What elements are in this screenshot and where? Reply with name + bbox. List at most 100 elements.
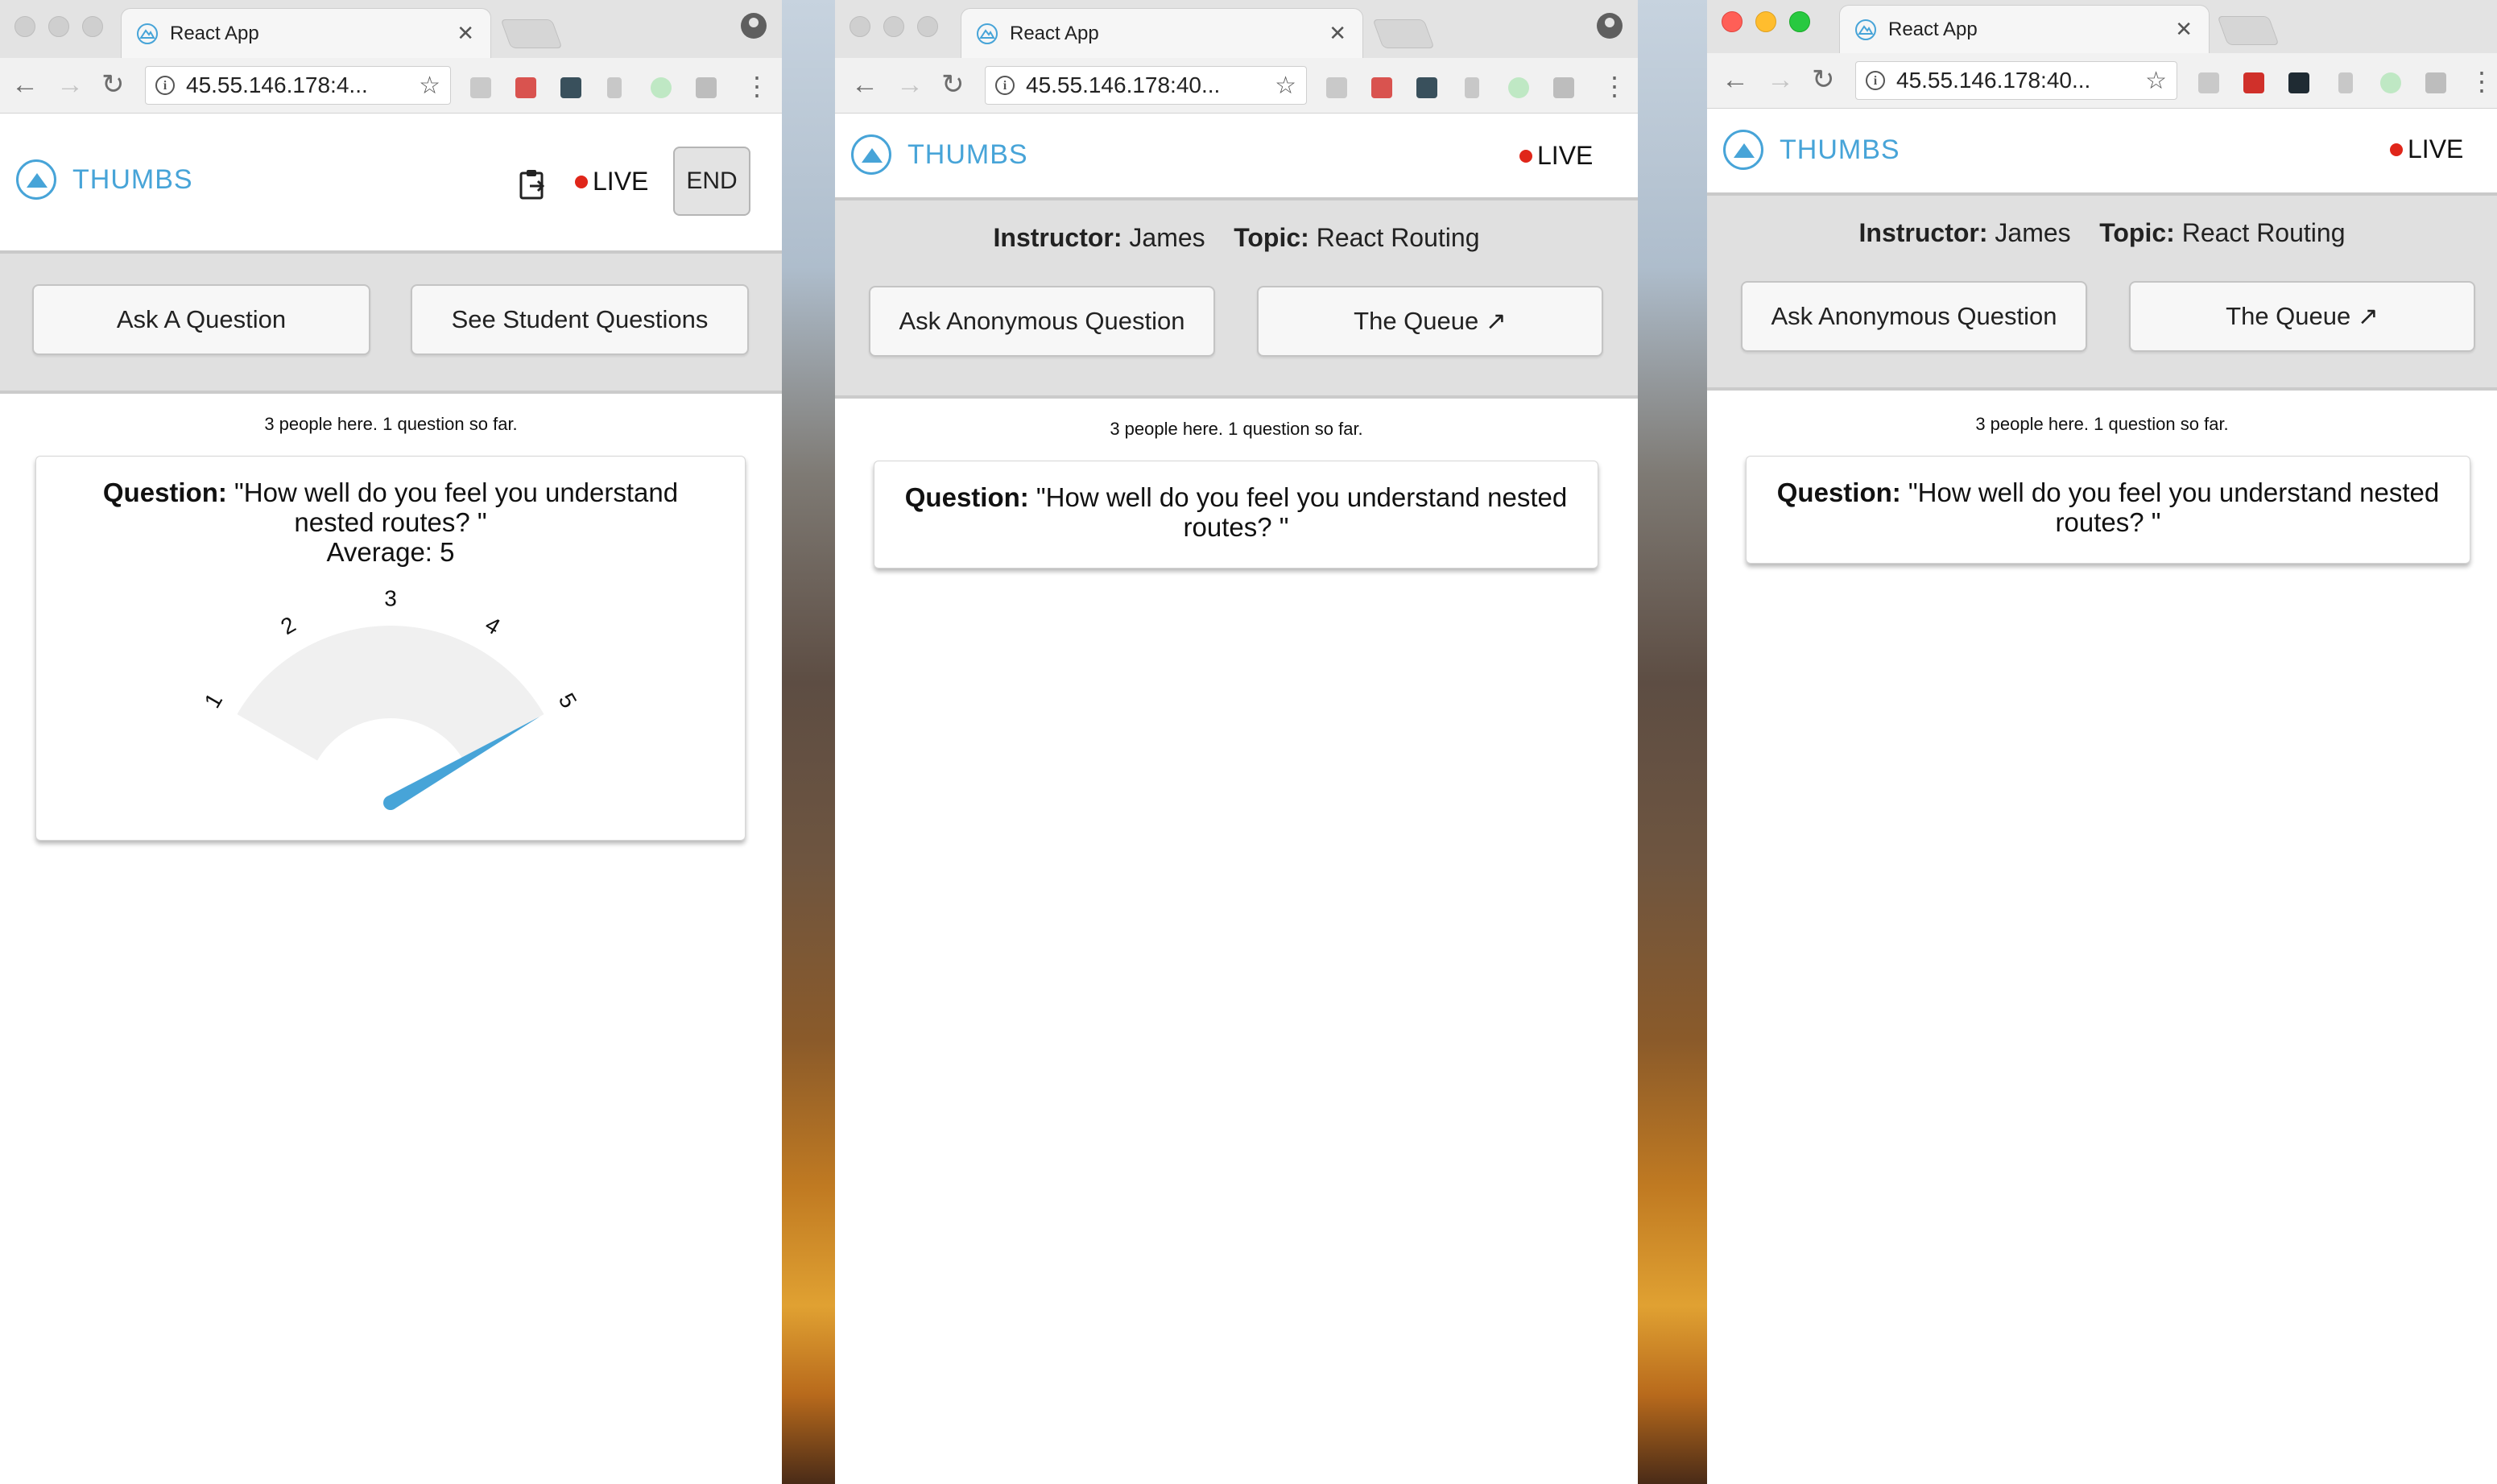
- browser-menu-icon[interactable]: ⋮: [1602, 71, 1627, 101]
- live-indicator: LIVE: [575, 167, 648, 196]
- extension-icon[interactable]: [607, 77, 622, 98]
- site-info-icon[interactable]: i: [1866, 71, 1885, 90]
- react-devtools-icon[interactable]: [560, 77, 581, 98]
- back-icon[interactable]: ←: [851, 71, 878, 98]
- close-tab-icon[interactable]: ✕: [2175, 17, 2193, 42]
- close-tab-icon[interactable]: ✕: [457, 21, 474, 46]
- back-icon[interactable]: ←: [1722, 66, 1749, 93]
- lastpass-extension-icon[interactable]: [515, 77, 536, 98]
- question-text: "How well do you feel you understand nes…: [226, 477, 679, 537]
- browser-menu-icon[interactable]: ⋮: [744, 71, 770, 101]
- action-bar: Ask A Question See Student Questions: [0, 254, 782, 394]
- topic-name: React Routing: [2181, 218, 2346, 247]
- react-app-favicon-icon: [137, 23, 158, 44]
- session-bar: Instructor: James Topic: React Routing A…: [835, 200, 1638, 399]
- forward-icon[interactable]: →: [56, 71, 84, 98]
- lastpass-extension-icon[interactable]: [2243, 72, 2264, 93]
- reload-icon[interactable]: ↻: [101, 71, 125, 98]
- bookmark-star-icon[interactable]: ☆: [1275, 72, 1296, 100]
- new-tab-button[interactable]: [500, 19, 563, 48]
- window-controls[interactable]: [14, 16, 103, 37]
- attendance-count: 3 people here. 1 question so far.: [1975, 414, 2229, 434]
- drive-extension-icon[interactable]: [1326, 77, 1347, 98]
- ask-question-button[interactable]: Ask A Question: [32, 284, 370, 355]
- question-text: "How well do you feel you understand nes…: [1028, 482, 1568, 542]
- browser-tab[interactable]: React App ✕: [121, 8, 491, 58]
- browser-chrome: React App ✕ ← → ↻ i 45.55.146.178:40... …: [835, 0, 1638, 114]
- instructor-name: James: [1995, 218, 2071, 247]
- brand-name: THUMBS: [907, 138, 1028, 170]
- reload-icon[interactable]: ↻: [1812, 66, 1835, 93]
- react-devtools-icon[interactable]: [2288, 72, 2309, 93]
- new-tab-button[interactable]: [2217, 16, 2280, 45]
- topic-label: Topic:: [1234, 223, 1309, 252]
- forward-icon[interactable]: →: [1767, 66, 1794, 93]
- tab-title: React App: [1888, 18, 1978, 40]
- address-bar[interactable]: i 45.55.146.178:4... ☆: [145, 66, 451, 105]
- thumbs-logo[interactable]: THUMBS: [1723, 130, 1900, 170]
- profile-icon[interactable]: [741, 13, 767, 39]
- back-icon[interactable]: ←: [11, 71, 39, 98]
- browser-chrome: React App ✕ ← → ↻ i 45.55.146.178:4... ☆…: [0, 0, 782, 114]
- clipboard-icon[interactable]: [519, 168, 546, 200]
- see-student-questions-button[interactable]: See Student Questions: [411, 284, 749, 355]
- extension-icon[interactable]: [2338, 72, 2353, 93]
- question-card: Question: "How well do you feel you unde…: [35, 456, 746, 841]
- color-extension-icon[interactable]: [2380, 72, 2401, 93]
- browser-menu-icon[interactable]: ⋮: [2469, 66, 2495, 97]
- lastpass-extension-icon[interactable]: [1371, 77, 1392, 98]
- question-text-block: Question: "How well do you feel you unde…: [874, 461, 1598, 542]
- address-bar[interactable]: i 45.55.146.178:40... ☆: [1855, 61, 2177, 100]
- average-gauge: 1 2 3 4 5: [200, 585, 581, 810]
- drive-extension-icon[interactable]: [470, 77, 491, 98]
- forward-icon[interactable]: →: [896, 71, 924, 98]
- question-text: "How well do you feel you understand nes…: [1900, 477, 2440, 537]
- app-header: THUMBS LIVE END: [0, 114, 782, 254]
- live-label: LIVE: [1537, 141, 1594, 170]
- angular-extension-icon[interactable]: [2425, 72, 2446, 93]
- gauge-tick-label: 3: [384, 585, 397, 610]
- ask-anonymous-question-button[interactable]: Ask Anonymous Question: [869, 286, 1215, 357]
- react-app-favicon-icon: [977, 23, 998, 44]
- thumbs-logo[interactable]: THUMBS: [851, 134, 1028, 175]
- angular-extension-icon[interactable]: [696, 77, 717, 98]
- browser-toolbar: ← → ↻ i 45.55.146.178:40... ☆ ⋮: [835, 58, 1638, 113]
- session-bar: Instructor: James Topic: React Routing A…: [1707, 196, 2497, 391]
- new-tab-button[interactable]: [1372, 19, 1435, 48]
- session-meta: Instructor: James Topic: React Routing: [835, 223, 1638, 253]
- tab-title: React App: [170, 22, 259, 44]
- question-label: Question:: [904, 482, 1029, 512]
- attendance-count: 3 people here. 1 question so far.: [1110, 419, 1363, 439]
- reload-icon[interactable]: ↻: [941, 71, 965, 98]
- browser-tab[interactable]: React App ✕: [1839, 5, 2210, 53]
- bookmark-star-icon[interactable]: ☆: [2145, 67, 2167, 95]
- extension-icon[interactable]: [1465, 77, 1479, 98]
- end-session-button[interactable]: END: [673, 147, 750, 216]
- topic-label: Topic:: [2099, 218, 2175, 247]
- live-indicator: LIVE: [1519, 141, 1593, 171]
- live-indicator: LIVE: [2390, 134, 2463, 164]
- color-extension-icon[interactable]: [651, 77, 672, 98]
- browser-toolbar: ← → ↻ i 45.55.146.178:4... ☆ ⋮: [0, 58, 782, 113]
- window-controls[interactable]: [850, 16, 938, 37]
- window-controls[interactable]: [1722, 11, 1810, 32]
- profile-icon[interactable]: [1597, 13, 1623, 39]
- browser-tab[interactable]: React App ✕: [961, 8, 1363, 58]
- live-dot-icon: [2390, 143, 2403, 156]
- ask-anonymous-question-button[interactable]: Ask Anonymous Question: [1741, 281, 2087, 352]
- address-bar[interactable]: i 45.55.146.178:40... ☆: [985, 66, 1307, 105]
- close-tab-icon[interactable]: ✕: [1329, 21, 1346, 46]
- thumbs-logo[interactable]: THUMBS: [16, 159, 193, 200]
- drive-extension-icon[interactable]: [2198, 72, 2219, 93]
- site-info-icon[interactable]: i: [155, 76, 175, 95]
- the-queue-button[interactable]: The Queue ↗: [1257, 286, 1603, 357]
- mountain-logo-icon: [851, 134, 891, 175]
- react-devtools-icon[interactable]: [1416, 77, 1437, 98]
- site-info-icon[interactable]: i: [995, 76, 1015, 95]
- the-queue-button[interactable]: The Queue ↗: [2129, 281, 2475, 352]
- question-label: Question:: [1776, 477, 1901, 507]
- bookmark-star-icon[interactable]: ☆: [419, 72, 440, 100]
- color-extension-icon[interactable]: [1508, 77, 1529, 98]
- desktop-wallpaper: [1638, 0, 1707, 1484]
- angular-extension-icon[interactable]: [1553, 77, 1574, 98]
